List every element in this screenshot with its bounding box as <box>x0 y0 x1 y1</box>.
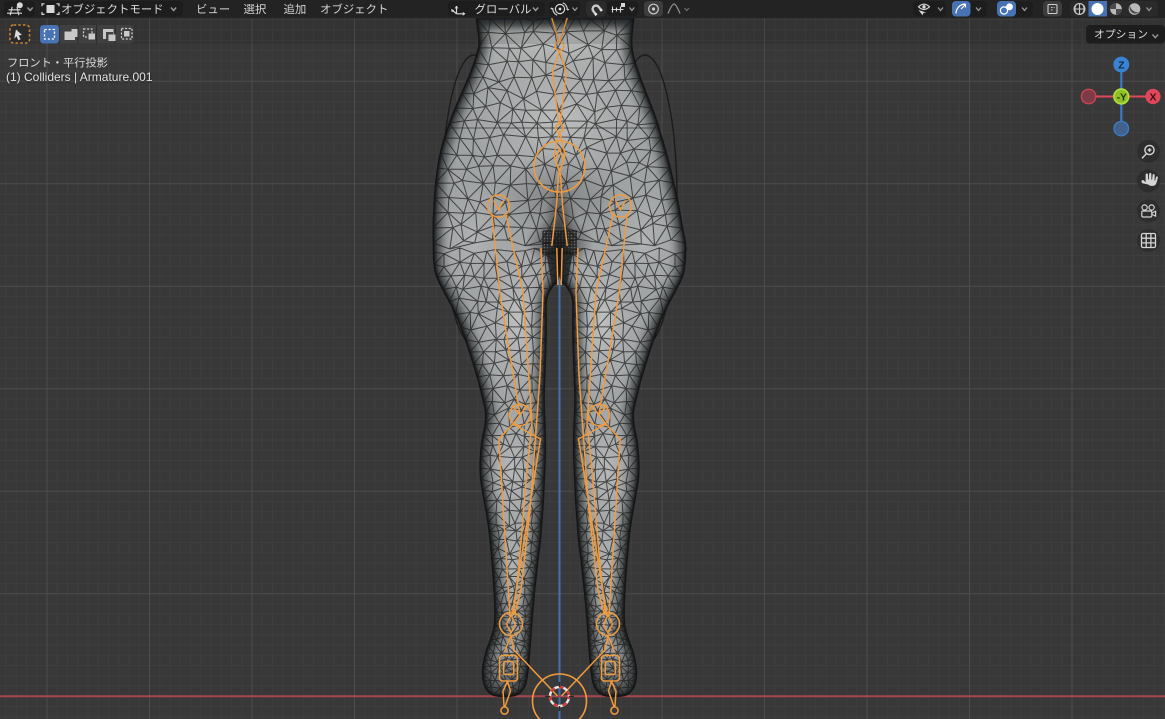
svg-text:Z: Z <box>1118 59 1125 71</box>
svg-text:-Y: -Y <box>1117 92 1127 103</box>
svg-text:X: X <box>1149 91 1156 103</box>
